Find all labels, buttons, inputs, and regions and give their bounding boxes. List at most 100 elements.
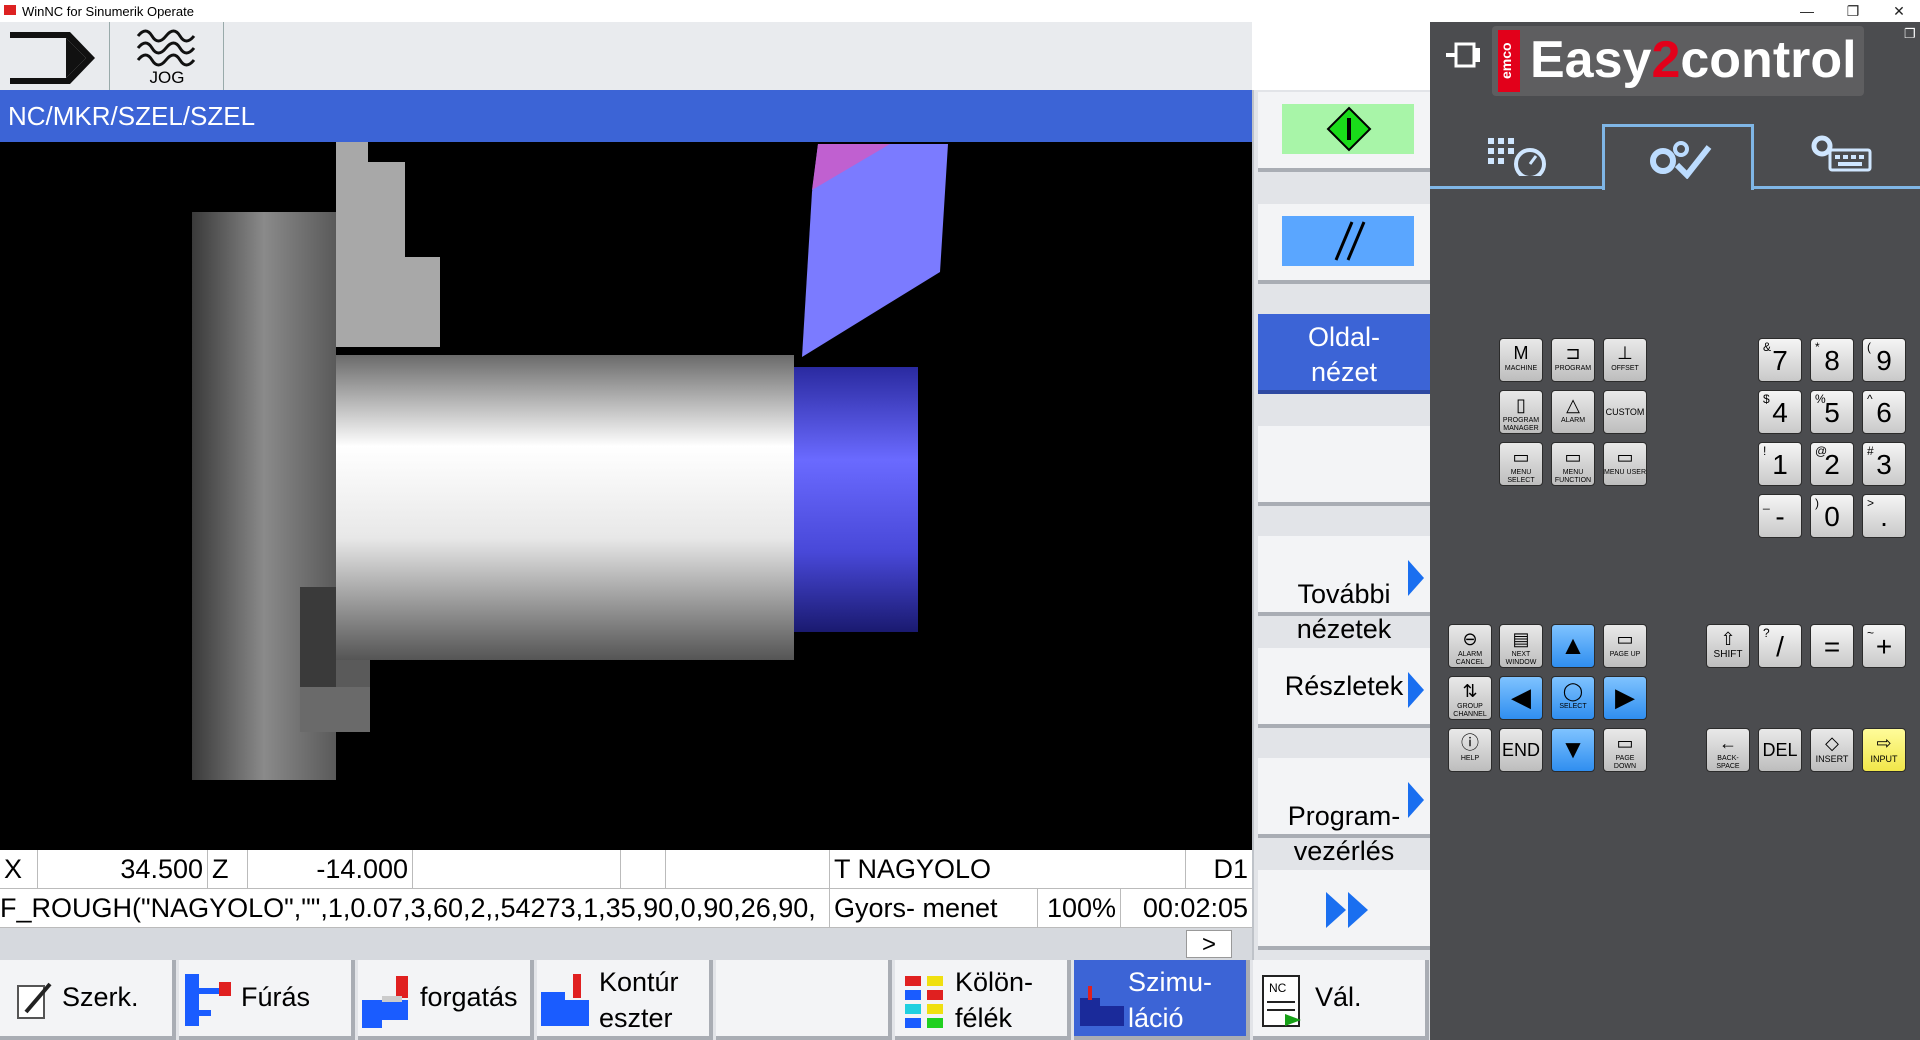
program-key[interactable]: ⊐ PROGRAM [1551,338,1595,382]
tab-settings[interactable] [1602,124,1754,190]
num-key[interactable]: ) 0 [1810,494,1854,538]
contour-turning-softkey[interactable]: Kontúr eszter [537,960,713,1040]
next-window-key[interactable]: ▤ NEXT WINDOW [1499,624,1543,668]
arrow-down-icon: ▼ [1560,734,1586,764]
offset-key[interactable]: ⊥ OFFSET [1603,338,1647,382]
program-manager-key[interactable]: ▯ PROGRAM MANAGER [1499,390,1543,434]
backspace-arrow-icon: ← [1719,733,1737,753]
custom-key[interactable]: CUSTOM [1603,390,1647,434]
num-key[interactable]: (9 [1862,338,1906,382]
simulation-view[interactable] [0,142,1252,850]
nc-select-icon: NC [1262,975,1301,1027]
contour-turning-icon [541,974,589,1026]
minimize-button[interactable]: — [1784,0,1830,22]
help-key[interactable]: ⓘ HELP [1448,728,1492,772]
input-key[interactable]: ⇨ INPUT [1862,728,1906,772]
menu-function-key[interactable]: ▭ MENU FUNCTION [1551,442,1595,486]
edit-softkey[interactable]: Szerk. [0,960,176,1040]
program-control-button[interactable]: Program- vezérlés [1258,758,1434,866]
empty-softkey[interactable] [1258,426,1434,506]
arrow-right-key[interactable]: ▶ [1603,676,1647,720]
more-row: > [0,928,1252,960]
arrow-down-key[interactable]: ▼ [1551,728,1595,772]
page-down-key[interactable]: ▭ PAGE DOWN [1603,728,1647,772]
num-key[interactable]: & 7 [1758,338,1802,382]
num-key-label: 0 [1824,501,1840,532]
num-key-shift-label: # [1867,444,1874,458]
details-button[interactable]: Részletek [1258,648,1434,728]
alarm-cancel-key[interactable]: ⊖ ALARM CANCEL [1448,624,1492,668]
vertical-softkeys: Oldal- nézet További nézetek Részletek P… [1252,90,1434,960]
jog-mode-button[interactable]: JOG [110,22,224,90]
num-key-label: . [1880,501,1888,532]
num-key[interactable]: ~ + [1862,624,1906,668]
end-key[interactable]: END [1499,728,1543,772]
program-mode-button[interactable] [0,22,110,90]
select-softkey[interactable]: NC Vál. [1253,960,1429,1040]
num-key[interactable]: ! 1 [1758,442,1802,486]
num-key-label: 5 [1824,397,1840,428]
tab-machine-dashboard[interactable] [1430,114,1600,188]
group-channel-key[interactable]: ⇅ GROUP CHANNEL [1448,676,1492,720]
fast-forward-button[interactable] [1258,870,1434,950]
app-icon [4,5,16,15]
arrow-up-icon: ▲ [1560,630,1586,660]
offset-icon: ⊥ [1617,343,1633,363]
arrow-left-key[interactable]: ◀ [1499,676,1543,720]
num-key[interactable]: = [1810,624,1854,668]
empty-cell [413,850,621,889]
drilling-softkey[interactable]: Fúrás [179,960,355,1040]
cut-region [794,367,918,632]
del-key[interactable]: DEL [1758,728,1802,772]
more-views-label: További nézetek [1296,579,1392,644]
num-key[interactable]: ^ 6 [1862,390,1906,434]
num-key[interactable]: % 5 [1810,390,1854,434]
page-up-key[interactable]: ▭ PAGE UP [1603,624,1647,668]
single-block-button[interactable] [1258,204,1434,284]
brand-control: control [1680,31,1857,89]
turning-softkey[interactable]: forgatás [358,960,534,1040]
menu-select-key[interactable]: ▭ MENU SELECT [1499,442,1543,486]
misc-softkey[interactable]: Kölön- félék [895,960,1071,1040]
side-view-button[interactable]: Oldal- nézet [1258,314,1434,394]
num-key-shift-label: $ [1763,392,1770,406]
num-key[interactable]: * 8 [1810,338,1854,382]
num-key[interactable]: @2 [1810,442,1854,486]
num-key-shift-label: * [1815,340,1820,354]
num-key-shift-label: % [1815,392,1826,406]
tab-keyboard-settings[interactable] [1756,114,1920,188]
alarm-key[interactable]: △ ALARM [1551,390,1595,434]
window-title: WinNC for Sinumerik Operate [22,4,194,19]
num-key[interactable]: #3 [1862,442,1906,486]
num-key[interactable]: _ - [1758,494,1802,538]
num-key-label: - [1775,501,1785,532]
empty-softkey[interactable] [716,960,892,1040]
start-diamond-icon [1326,106,1372,152]
num-key[interactable]: $4 [1758,390,1802,434]
num-key-label: 4 [1772,397,1788,428]
z-value: -14.000 [248,850,413,889]
arrow-up-key[interactable]: ▲ [1551,624,1595,668]
close-button[interactable]: ✕ [1876,0,1920,22]
simulation-softkey[interactable]: Szimu- láció [1074,960,1250,1040]
restore-button[interactable]: ❐ [1830,0,1876,22]
machine-key[interactable]: M MACHINE [1499,338,1543,382]
backspace-key[interactable]: ← BACK-SPACE [1706,728,1750,772]
num-key-label: 6 [1876,397,1892,428]
num-key-shift-label: ! [1763,444,1767,458]
menu-user-key[interactable]: ▭ MENU USER [1603,442,1647,486]
shift-key[interactable]: ⇧ SHIFT [1706,624,1750,668]
title-bar: WinNC for Sinumerik Operate — ❐ ✕ [0,0,1920,22]
num-key[interactable]: >. [1862,494,1906,538]
num-key[interactable]: ? / [1758,624,1802,668]
select-key[interactable]: ◯ SELECT [1551,676,1595,720]
cycle-start-button[interactable] [1258,92,1434,172]
drilling-label: Fúrás [241,982,311,1012]
brand-logo: emco Easy2control [1492,26,1864,96]
more-views-button[interactable]: További nézetek [1258,536,1434,644]
x-value: 34.500 [38,850,208,889]
more-button[interactable]: > [1186,930,1232,958]
insert-key[interactable]: ◇ INSERT [1810,728,1854,772]
restore-panel-icon[interactable]: ❐ [1904,26,1916,42]
select-circle-icon: ◯ [1562,681,1584,701]
